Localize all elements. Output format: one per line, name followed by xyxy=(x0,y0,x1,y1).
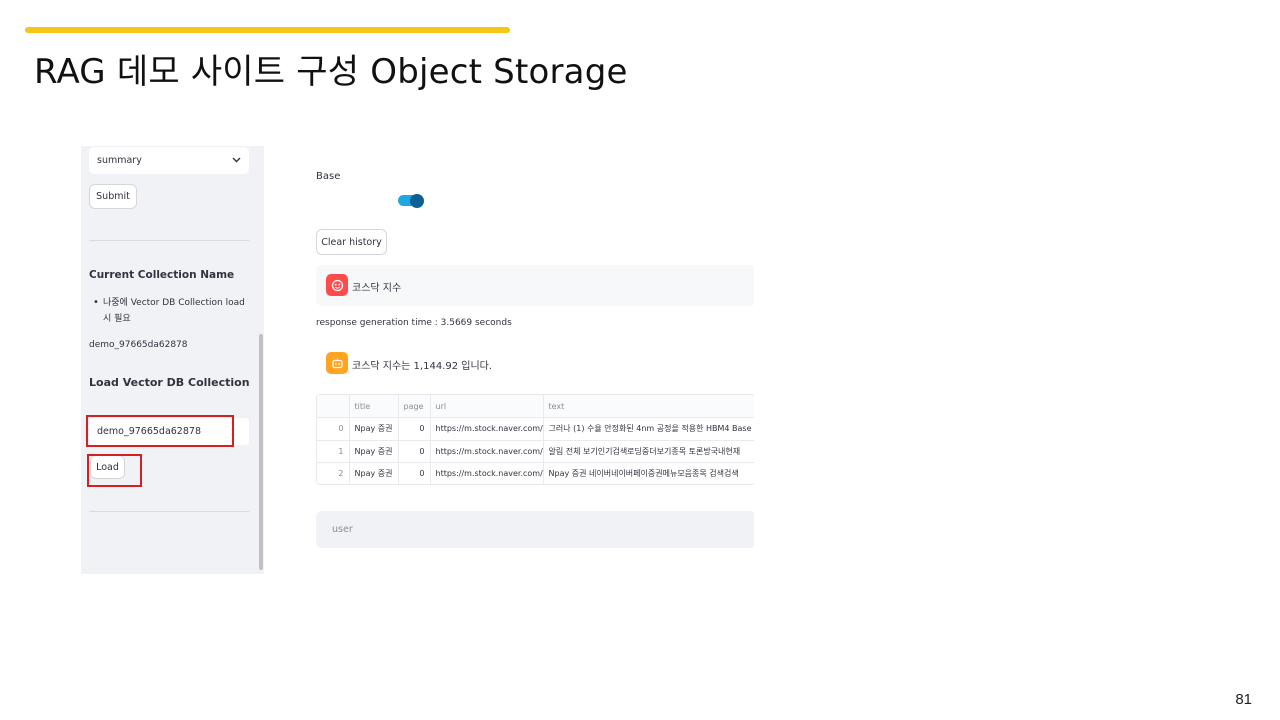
table-cell: Npay 증권 네이버네이버페이증권메뉴모음종목 검색검색 xyxy=(543,462,754,484)
current-collection-heading: Current Collection Name xyxy=(89,269,235,281)
chat-input[interactable]: user xyxy=(316,511,754,548)
table-row: 2 Npay 증권 0 https://m.stock.naver.com/ N… xyxy=(317,462,754,484)
base-toggle[interactable] xyxy=(398,193,424,208)
table-cell: Npay 증권 xyxy=(349,462,399,484)
load-collection-heading: Load Vector DB Collection xyxy=(89,376,250,389)
table-cell: 1 xyxy=(317,440,350,463)
source-table-grid: title page url text 0 Npay 증권 0 https://… xyxy=(317,395,754,484)
clear-history-button[interactable]: Clear history xyxy=(316,229,387,255)
mode-select-value: summary xyxy=(97,155,142,166)
table-cell: Npay 증권 xyxy=(349,440,399,463)
table-cell: Npay 증권 xyxy=(349,417,399,441)
page-number: 81 xyxy=(1235,691,1252,708)
table-row: 0 Npay 증권 0 https://m.stock.naver.com/ 그… xyxy=(317,417,754,441)
user-message-text: 코스닥 지수 xyxy=(352,283,402,294)
table-header-cell[interactable]: url xyxy=(430,395,544,418)
table-cell: https://m.stock.naver.com/ xyxy=(430,462,544,484)
assistant-message-text: 코스닥 지수는 1,144.92 입니다. xyxy=(352,361,493,372)
sidebar: summary Submit Current Collection Name •… xyxy=(81,146,264,574)
sidebar-divider xyxy=(89,511,249,512)
slide-title: RAG 데모 사이트 구성 Object Storage xyxy=(34,52,628,92)
toggle-label: Base xyxy=(316,172,341,179)
title-accent-bar xyxy=(25,27,510,33)
table-cell: https://m.stock.naver.com/ xyxy=(430,417,544,441)
table-cell: https://m.stock.naver.com/ xyxy=(430,440,544,463)
table-cell: 0 xyxy=(398,440,431,463)
chevron-down-icon xyxy=(232,155,241,166)
table-header-cell[interactable]: page xyxy=(398,395,431,418)
table-cell: 0 xyxy=(398,462,431,484)
response-time-text: response generation time : 3.5669 second… xyxy=(316,318,512,328)
sidebar-divider xyxy=(89,240,249,241)
source-table[interactable]: title page url text 0 Npay 증권 0 https://… xyxy=(316,394,754,485)
user-message: 코스닥 지수 xyxy=(316,265,754,306)
table-row: 1 Npay 증권 0 https://m.stock.naver.com/ 알… xyxy=(317,440,754,463)
main-panel: Base Clear history 코스닥 지수 response gener… xyxy=(316,170,754,560)
load-button-highlight xyxy=(87,454,142,487)
collection-note-text: 나중에 Vector DB Collection load 시 필요 xyxy=(103,298,245,324)
table-cell: 0 xyxy=(317,417,350,441)
table-header-cell[interactable]: title xyxy=(349,395,399,418)
sidebar-scrollbar[interactable] xyxy=(259,334,263,570)
collection-note: • 나중에 Vector DB Collection load 시 필요 xyxy=(89,295,249,327)
table-cell: 알림 전체 보기인기검색로딩중더보기종목 토론방국내현재 xyxy=(543,440,754,463)
table-cell: 그러나 (1) 수율 안정화된 4nm 공정을 적용한 HBM4 Base xyxy=(543,417,754,441)
collection-input-highlight xyxy=(86,415,234,447)
toggle-knob xyxy=(410,193,424,208)
bullet-icon: • xyxy=(93,297,99,308)
table-cell: 2 xyxy=(317,462,350,484)
table-header-row: title page url text xyxy=(317,395,754,418)
table-header-cell[interactable] xyxy=(317,395,350,418)
current-collection-value: demo_97665da62878 xyxy=(89,340,188,350)
user-avatar-icon xyxy=(326,274,348,296)
mode-select[interactable]: summary xyxy=(89,147,249,174)
submit-button[interactable]: Submit xyxy=(89,184,137,209)
table-header-cell[interactable]: text xyxy=(543,395,754,418)
table-cell: 0 xyxy=(398,417,431,441)
assistant-avatar-icon xyxy=(326,352,348,374)
